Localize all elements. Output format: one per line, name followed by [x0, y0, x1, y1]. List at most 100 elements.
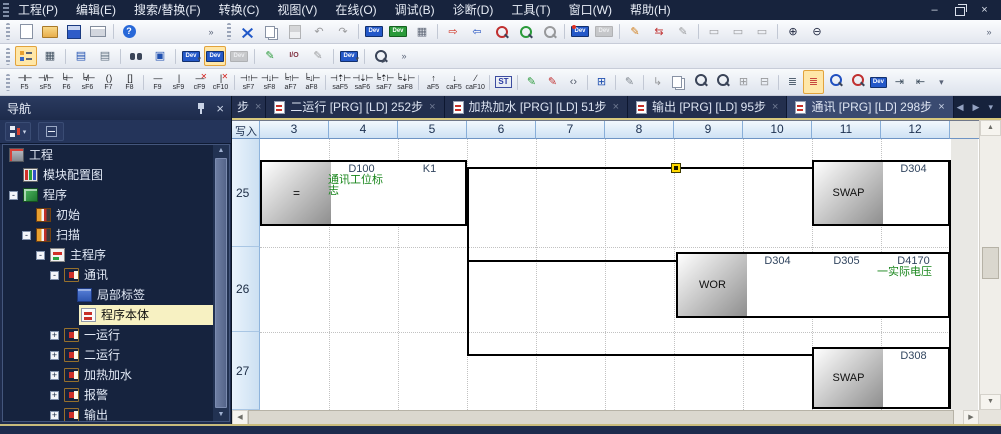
tree-item-project[interactable]: 工程 — [3, 145, 213, 165]
expander-icon[interactable]: - — [22, 231, 31, 240]
tab-close-icon[interactable]: × — [254, 101, 261, 113]
expander-icon[interactable]: + — [50, 371, 59, 380]
scroll-up-icon[interactable]: ▲ — [980, 120, 1001, 136]
device-display-off-button[interactable]: Dev — [228, 46, 250, 66]
swap-instruction-block[interactable]: SWAP D304 — [812, 160, 950, 226]
window-arrange-button[interactable]: ▭ — [751, 22, 773, 42]
scroll-down-icon[interactable]: ▼ — [980, 394, 1001, 410]
write-to-plc-button[interactable]: ⇨ — [442, 22, 464, 42]
monitor-stop-button[interactable]: Dev — [593, 22, 615, 42]
find-device-button[interactable] — [824, 70, 846, 94]
compare-instruction-block[interactable]: = D100 通讯工位标志 K1 — [260, 160, 467, 226]
close-branch-button[interactable]: ╘/⊢ sF6 — [77, 70, 98, 94]
device-display-button[interactable]: Dev — [204, 46, 226, 66]
device-monitor-dropdown[interactable]: Dev — [338, 46, 360, 66]
tab-er-yunxing[interactable]: 二运行 [PRG] [LD] 252步 × — [266, 96, 444, 118]
toolbar-overflow[interactable]: » — [200, 22, 222, 42]
tree-item-program[interactable]: - 程序 — [3, 185, 213, 205]
rising-pulse-close-button[interactable]: ⊣⇡⊢ saF5 — [329, 70, 351, 94]
invert-result-button[interactable]: ∕ caF10 — [464, 70, 485, 94]
new-project-button[interactable] — [15, 22, 37, 42]
scrollbar-thumb[interactable] — [982, 247, 999, 279]
falling-pulse-button[interactable]: ⊣↓⊢ sF8 — [259, 70, 280, 94]
cut-button[interactable] — [236, 22, 258, 42]
device-grid-edit-button[interactable]: ⊞ — [591, 70, 612, 94]
expander-icon[interactable]: + — [50, 391, 59, 400]
swap-instruction-block[interactable]: SWAP D308 — [812, 347, 950, 409]
jump-button[interactable]: ↳ — [647, 70, 668, 94]
menu-item[interactable]: 窗口(W) — [560, 0, 621, 20]
wiring-edit-button[interactable]: ≣ — [803, 70, 824, 94]
find-replace-window-button[interactable]: ▣ — [149, 46, 171, 66]
device-comment-button[interactable]: Dev — [363, 22, 385, 42]
statement-edit-button[interactable]: ✎ — [624, 22, 646, 42]
tree-item-heating[interactable]: + 加热加水 — [3, 365, 213, 385]
find-string2-button[interactable] — [711, 70, 733, 94]
find-string-button[interactable] — [689, 70, 711, 94]
tree-item-main-program[interactable]: - 主程序 — [3, 245, 213, 265]
toolbar-overflow[interactable]: » — [978, 22, 1000, 42]
tab-truncated[interactable]: 步 × — [232, 96, 266, 118]
invert-result-falling-button[interactable]: ↓ caF5 — [443, 70, 464, 94]
edit-disabled-button[interactable]: ✎ — [307, 46, 329, 66]
vertical-scrollbar[interactable]: ▲ ▼ — [979, 120, 1001, 410]
coil-button[interactable]: ( ) F7 — [98, 70, 119, 94]
scrollbar-thumb[interactable] — [215, 158, 227, 408]
toolbar-overflow[interactable]: ▾ — [931, 70, 952, 94]
application-instruction-button[interactable]: [ ] F8 — [119, 70, 140, 94]
edit-cursor[interactable] — [671, 163, 681, 173]
open-branch-button[interactable]: ╘⊢ F6 — [56, 70, 77, 94]
intelligent-module-button[interactable]: ▦ — [411, 22, 433, 42]
tree-item-comm[interactable]: - 通讯 — [3, 265, 213, 285]
delete-row-button[interactable]: ⊟ — [754, 70, 775, 94]
navigation-scrollbar[interactable]: ▲ ▼ — [213, 145, 229, 421]
save-button[interactable] — [63, 22, 85, 42]
tab-close-icon[interactable]: × — [937, 101, 944, 113]
undo-button[interactable]: ↶ — [308, 22, 330, 42]
print-button[interactable] — [87, 22, 109, 42]
window-cascade-button[interactable]: ▭ — [727, 22, 749, 42]
device-reference-dropdown[interactable] — [369, 46, 391, 66]
close-button[interactable]: × — [972, 2, 997, 18]
statement-batch-button[interactable]: ✎ — [672, 22, 694, 42]
menu-item[interactable]: 帮助(H) — [621, 0, 680, 20]
tree-item-local-label[interactable]: 局部标签 — [3, 285, 213, 305]
menu-item[interactable]: 工程(P) — [9, 0, 67, 20]
zoom-out-button[interactable]: ⊖ — [806, 22, 828, 42]
insert-row-button[interactable]: ⊞ — [733, 70, 754, 94]
tab-close-icon[interactable]: × — [771, 101, 778, 113]
pin-icon[interactable] — [196, 102, 206, 115]
menu-item[interactable]: 在线(O) — [326, 0, 385, 20]
io-check-button[interactable]: I/O — [283, 46, 305, 66]
delete-vertical-line-button[interactable]: ✕ | cF10 — [210, 70, 231, 94]
tree-item-scan[interactable]: - 扫描 — [3, 225, 213, 245]
horizontal-line-button[interactable]: — F9 — [147, 70, 168, 94]
find-button[interactable] — [125, 46, 147, 66]
tab-more-icon[interactable]: ▾ — [985, 100, 996, 115]
scroll-down-icon[interactable]: ▼ — [218, 409, 225, 421]
tree-item-initial[interactable]: 初始 — [3, 205, 213, 225]
insert-column-button[interactable]: ⇥ — [889, 70, 910, 94]
tree-item-alarm[interactable]: + 报警 — [3, 385, 213, 405]
expander-icon[interactable]: - — [36, 251, 45, 260]
monitor-watch-button[interactable] — [514, 22, 536, 42]
tab-shuchu[interactable]: 输出 [PRG] [LD] 95步 × — [628, 96, 787, 118]
expander-icon[interactable]: + — [50, 411, 59, 420]
tree-item-run2[interactable]: + 二运行 — [3, 345, 213, 365]
open-contact-button[interactable]: ⊣⊢ F5 — [14, 70, 35, 94]
replace-device-button[interactable] — [846, 70, 868, 94]
tab-scroll-right-icon[interactable]: ▶ — [970, 100, 983, 115]
toolbar-overflow[interactable]: » — [393, 46, 415, 66]
inline-st-button[interactable]: ST — [493, 70, 514, 94]
edit-inline-button[interactable]: ‹› — [563, 70, 584, 94]
project-view-dropdown[interactable]: ▾ — [5, 122, 31, 141]
rising-pulse-branch-button[interactable]: ╘↑⊢ aF7 — [280, 70, 301, 94]
tab-jiare-jiashui[interactable]: 加热加水 [PRG] [LD] 51步 × — [445, 96, 628, 118]
ladder-canvas[interactable]: 25 26 27 = D100 通讯工位标志 K1 SWAP D304 WOR … — [232, 139, 978, 410]
close-contact-button[interactable]: ⊣/⊢ sF5 — [35, 70, 56, 94]
program-list-button[interactable]: ▤ — [70, 46, 92, 66]
delete-column-button[interactable]: ⇤ — [910, 70, 931, 94]
menu-item[interactable]: 视图(V) — [268, 0, 326, 20]
menu-item[interactable]: 编辑(E) — [67, 0, 125, 20]
menu-item[interactable]: 调试(B) — [386, 0, 444, 20]
